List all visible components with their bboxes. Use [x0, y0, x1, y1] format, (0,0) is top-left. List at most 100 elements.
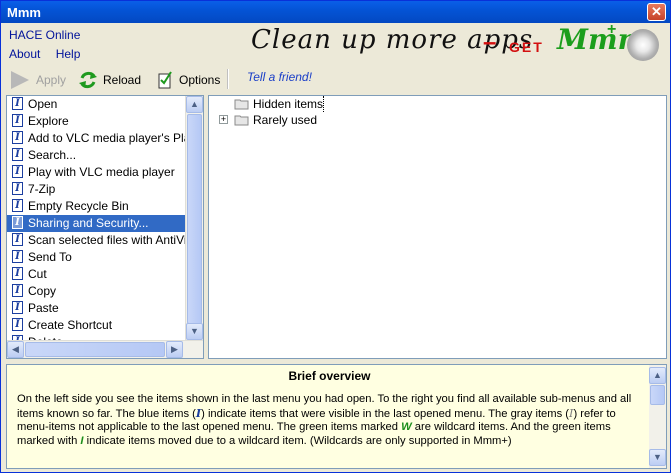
list-item[interactable]: I Cut — [7, 266, 185, 283]
tree-node-label: Hidden items — [253, 96, 325, 112]
scroll-right-button[interactable]: ▶ — [166, 341, 183, 358]
menu-item-icon: I — [12, 301, 23, 314]
options-button[interactable]: Options — [158, 70, 220, 90]
folder-icon — [234, 115, 249, 126]
tree-node-label: Rarely used — [253, 113, 318, 127]
overview-text: On the left side you see the items shown… — [17, 393, 639, 448]
brief-overview-panel: Brief overview On the left side you see … — [6, 364, 667, 469]
wildcard-icon: W — [401, 421, 412, 433]
list-item-label: Add to VLC media player's Playlis — [28, 131, 185, 145]
list-item[interactable]: I Empty Recycle Bin — [7, 198, 185, 215]
banner-dash: – — [483, 29, 497, 56]
menu-row-2: About Help — [9, 47, 80, 61]
reload-button[interactable]: Reload — [78, 70, 141, 90]
list-item[interactable]: I Open — [7, 96, 185, 113]
list-item-label: 7-Zip — [28, 182, 56, 196]
menu-items-list[interactable]: I Open I Explore I Add to VLC media player's … — [6, 95, 204, 359]
banner-orb-icon — [627, 29, 659, 61]
overview-text-part: ) indicate items that were visible in th… — [201, 407, 570, 420]
menu-item-icon: I — [12, 284, 23, 297]
menu-item-icon: I — [12, 131, 23, 144]
menu-items-container: I Open I Explore I Add to VLC media player's … — [7, 96, 185, 340]
overview-title: Brief overview — [288, 369, 371, 383]
list-item[interactable]: I Search... — [7, 147, 185, 164]
menu-item-icon: I — [12, 148, 23, 161]
chevron-up-icon: ▲ — [653, 370, 662, 380]
toolbar-separator — [227, 69, 229, 89]
close-icon: ✕ — [651, 4, 662, 19]
folder-icon — [234, 99, 249, 110]
close-button[interactable]: ✕ — [647, 3, 666, 21]
tell-a-friend-link[interactable]: Tell a friend! — [247, 70, 312, 84]
app-window: Mmm ✕ HACE Online About Help Clean up mo… — [0, 0, 671, 473]
list-item[interactable]: I 7-Zip — [7, 181, 185, 198]
list-item[interactable]: I Send To — [7, 249, 185, 266]
overview-scroll-up-button[interactable]: ▲ — [649, 367, 666, 384]
overview-scrollbar[interactable]: ▲ ▼ — [649, 365, 666, 468]
scroll-down-button[interactable]: ▼ — [186, 323, 203, 340]
list-hscroll-thumb[interactable] — [25, 342, 165, 357]
menu-item-icon: I — [12, 267, 23, 280]
play-icon — [11, 71, 29, 89]
menu-item-icon: I — [12, 182, 23, 195]
promo-banner[interactable]: Clean up more apps – GET Mmm + — [247, 21, 667, 65]
list-item[interactable]: I Create Shortcut — [7, 317, 185, 334]
chevron-down-icon: ▼ — [190, 326, 199, 336]
list-item-label: Copy — [28, 284, 57, 298]
checklist-icon — [158, 71, 172, 89]
scroll-left-button[interactable]: ◀ — [7, 341, 24, 358]
scroll-up-button[interactable]: ▲ — [186, 96, 203, 113]
list-item-label: Send To — [28, 250, 72, 264]
list-item-label: Search... — [28, 148, 77, 162]
list-item-label: Sharing and Security... — [28, 216, 149, 230]
list-vertical-scrollbar[interactable]: ▲ ▼ — [185, 96, 203, 340]
chevron-up-icon: ▲ — [190, 99, 199, 109]
apply-label: Apply — [36, 73, 67, 87]
list-item-label: Play with VLC media player — [28, 165, 175, 179]
chevron-left-icon: ◀ — [12, 344, 19, 354]
chevron-right-icon: ▶ — [171, 344, 178, 354]
submenu-tree[interactable]: Hidden items + Rarely used — [208, 95, 667, 359]
menu-about[interactable]: About — [9, 47, 40, 61]
list-item[interactable]: I Add to VLC media player's Playlis — [7, 130, 185, 147]
window-title: Mmm — [7, 5, 41, 20]
list-item[interactable]: I Paste — [7, 300, 185, 317]
chevron-down-icon: ▼ — [653, 452, 662, 462]
list-item-label: Scan selected files with AntiVir — [28, 233, 185, 247]
menu-item-icon: I — [12, 250, 23, 263]
banner-plus: + — [607, 21, 617, 38]
menu-item-icon: I — [12, 216, 23, 229]
list-item[interactable]: I Play with VLC media player — [7, 164, 185, 181]
overview-scroll-thumb[interactable] — [650, 385, 665, 405]
list-horizontal-scrollbar[interactable]: ◀ ▶ — [7, 340, 203, 358]
apply-button[interactable]: Apply — [9, 70, 66, 90]
menu-item-icon: I — [12, 114, 23, 127]
list-item[interactable]: I Sharing and Security... — [7, 215, 185, 232]
list-item-label: Cut — [28, 267, 47, 281]
menu-item-icon: I — [12, 97, 23, 110]
title-bar[interactable]: Mmm ✕ — [1, 1, 670, 23]
toolbar: Apply Reload Options — [1, 65, 670, 93]
list-scroll-thumb[interactable] — [187, 114, 202, 324]
menu-hace-online[interactable]: HACE Online — [9, 28, 80, 42]
overview-scroll-down-button[interactable]: ▼ — [649, 449, 666, 466]
menu-help[interactable]: Help — [56, 47, 81, 61]
list-item-label: Empty Recycle Bin — [28, 199, 129, 213]
list-item[interactable]: I Copy — [7, 283, 185, 300]
menu-item-icon: I — [12, 199, 23, 212]
options-label: Options — [179, 73, 221, 87]
menu-item-icon: I — [12, 318, 23, 331]
list-item-label: Create Shortcut — [28, 318, 113, 332]
list-item-label: Paste — [28, 301, 59, 315]
list-item-label: Open — [28, 97, 58, 111]
banner-get: GET — [509, 39, 544, 55]
list-item[interactable]: I Explore — [7, 113, 185, 130]
menu-item-icon: I — [12, 165, 23, 178]
reload-label: Reload — [103, 73, 142, 87]
overview-text-part: indicate items moved due to a wildcard i… — [83, 434, 512, 447]
menu-row-1: HACE Online — [9, 28, 80, 42]
expand-plus-icon[interactable]: + — [219, 115, 228, 124]
list-item-label: Explore — [28, 114, 69, 128]
menu-item-icon: I — [12, 233, 23, 246]
list-item[interactable]: I Scan selected files with AntiVir — [7, 232, 185, 249]
